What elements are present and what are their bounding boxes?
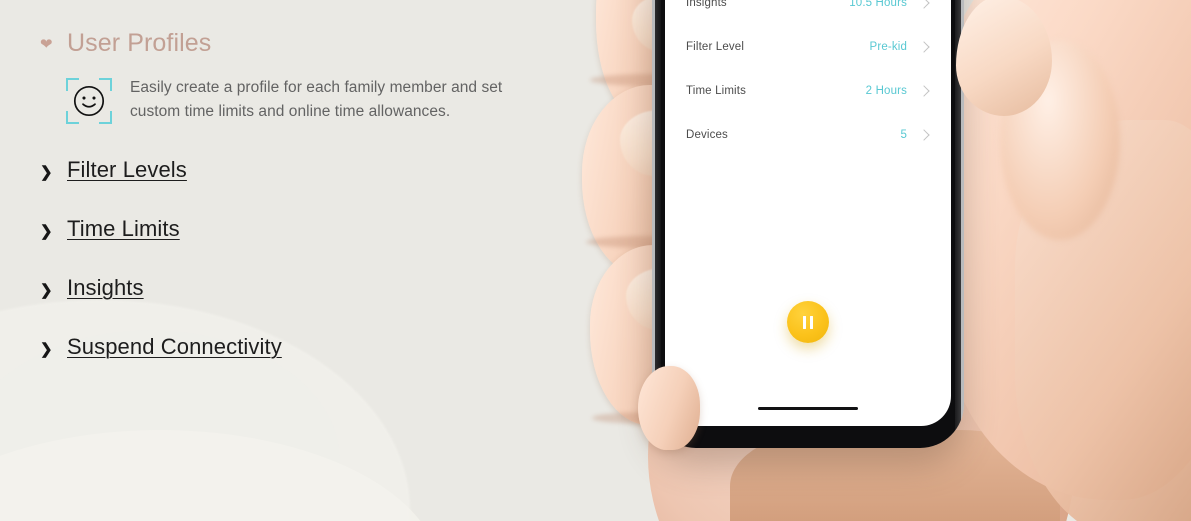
row-label: Time Limits [686, 85, 747, 97]
accordion-panel-description: Easily create a profile for each family … [130, 78, 503, 120]
chevron-right-icon [920, 84, 929, 98]
chevron-right-icon [920, 0, 929, 10]
accordion-item-title: Insights [67, 274, 144, 300]
smiley-face-scan-icon [66, 77, 112, 124]
phone-screen: Insights 10.5 Hours Filter Level Pre-kid… [665, 0, 951, 426]
chevron-right-icon [920, 40, 929, 54]
accordion-item-user-profiles[interactable]: ❤ User Profiles [40, 29, 560, 58]
accordion-item-title: Filter Levels [67, 156, 187, 182]
accordion-item-title: User Profiles [67, 29, 212, 57]
thumb-tip-overlap [638, 366, 700, 450]
row-value: Pre-kid [869, 41, 907, 53]
phone-device: Insights 10.5 Hours Filter Level Pre-kid… [652, 0, 964, 448]
accordion-item-insights[interactable]: ❯ Insights [40, 275, 560, 301]
list-row-filter-level[interactable]: Filter Level Pre-kid [665, 25, 951, 69]
list-row-time-limits[interactable]: Time Limits 2 Hours [665, 69, 951, 113]
heart-icon: ❤ [40, 36, 53, 53]
accordion-item-suspend-connectivity[interactable]: ❯ Suspend Connectivity [40, 334, 560, 360]
row-value: 10.5 Hours [849, 0, 907, 9]
row-label: Devices [686, 129, 728, 141]
chevron-right-icon: ❯ [40, 222, 53, 240]
pause-icon-bar-right [809, 315, 814, 329]
fingertip-top-right [956, 0, 1052, 116]
chevron-right-icon: ❯ [40, 281, 53, 299]
list-row-devices[interactable]: Devices 5 [665, 113, 951, 157]
chevron-right-icon: ❯ [40, 163, 53, 181]
accordion-item-time-limits[interactable]: ❯ Time Limits [40, 216, 560, 242]
accordion-panel-user-profiles: Easily create a profile for each family … [66, 76, 560, 124]
list-row-insights[interactable]: Insights 10.5 Hours [665, 0, 951, 25]
settings-list: Insights 10.5 Hours Filter Level Pre-kid… [665, 0, 951, 157]
pause-icon-bar-left [802, 315, 807, 329]
row-value: 2 Hours [865, 85, 907, 97]
accordion-item-filter-levels[interactable]: ❯ Filter Levels [40, 157, 560, 183]
chevron-right-icon [920, 128, 929, 142]
accordion-item-title: Time Limits [67, 215, 180, 241]
row-label: Filter Level [686, 41, 745, 53]
pause-button[interactable] [787, 301, 829, 343]
row-label: Insights [686, 0, 727, 9]
feature-accordion: ❤ User Profiles Easily create a profile … [40, 29, 560, 360]
page-stage: ❤ User Profiles Easily create a profile … [0, 0, 1191, 521]
accordion-item-title: Suspend Connectivity [67, 333, 282, 359]
hand-holding-phone-photo: Insights 10.5 Hours Filter Level Pre-kid… [560, 0, 1191, 521]
row-value: 5 [900, 129, 907, 141]
chevron-right-icon: ❯ [40, 340, 53, 358]
home-indicator-bar[interactable] [758, 406, 858, 410]
